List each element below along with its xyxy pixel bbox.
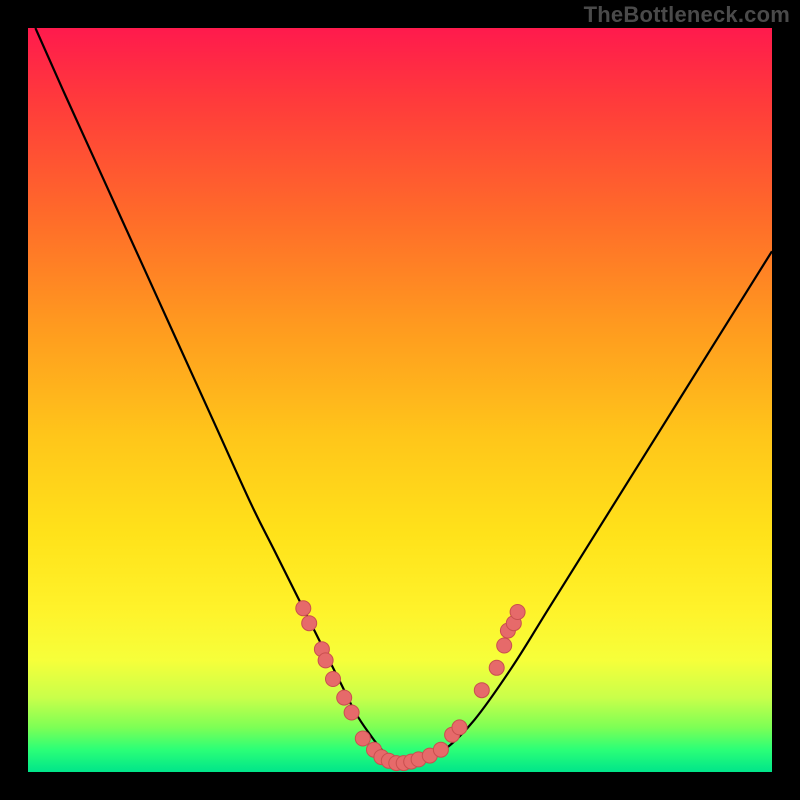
plot-area [28,28,772,772]
data-point [302,616,317,631]
data-point [355,731,370,746]
curve-layer [28,28,772,772]
data-point [489,660,504,675]
data-points [296,601,525,771]
data-point [318,653,333,668]
data-point [326,672,341,687]
bottleneck-curve [35,28,772,764]
data-point [474,683,489,698]
watermark-label: TheBottleneck.com [584,2,790,28]
chart-frame: TheBottleneck.com [0,0,800,800]
data-point [337,690,352,705]
data-point [510,605,525,620]
data-point [344,705,359,720]
data-point [497,638,512,653]
data-point [296,601,311,616]
data-point [433,742,448,757]
data-point [452,720,467,735]
